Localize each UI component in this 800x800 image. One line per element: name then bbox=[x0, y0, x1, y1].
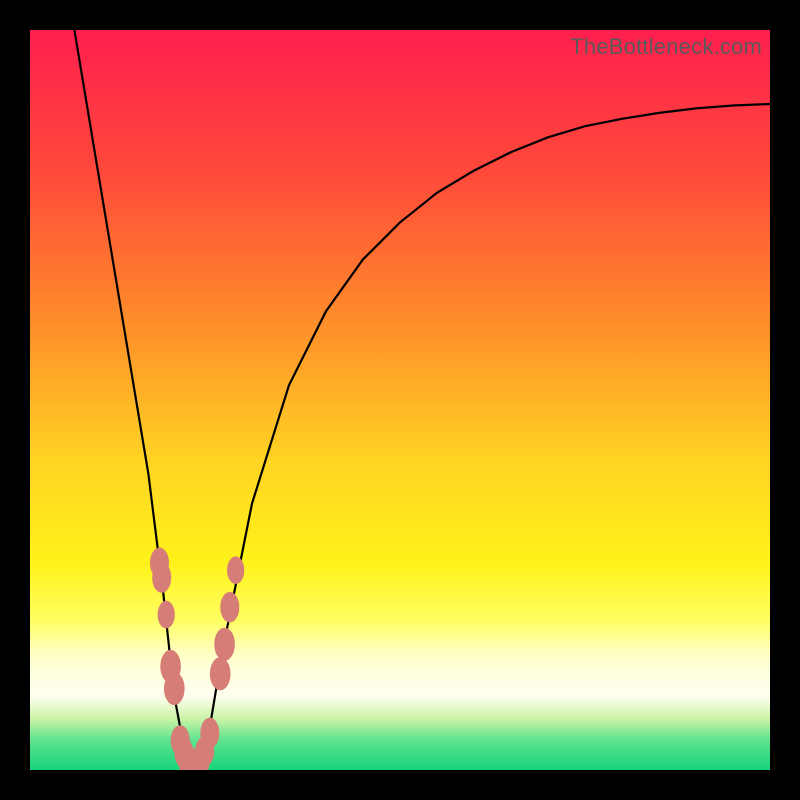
marker-bead bbox=[221, 593, 239, 622]
marker-bead bbox=[165, 673, 185, 705]
marker-bead bbox=[210, 658, 230, 690]
marker-bead bbox=[228, 557, 244, 584]
beads-group bbox=[151, 548, 244, 770]
chart-stage: TheBottleneck.com bbox=[0, 0, 800, 800]
marker-bead bbox=[201, 718, 219, 747]
marker-bead bbox=[158, 601, 174, 628]
marker-bead bbox=[215, 628, 235, 660]
plot-area: TheBottleneck.com bbox=[30, 30, 770, 770]
marker-bead bbox=[153, 563, 171, 592]
chart-svg bbox=[30, 30, 770, 770]
